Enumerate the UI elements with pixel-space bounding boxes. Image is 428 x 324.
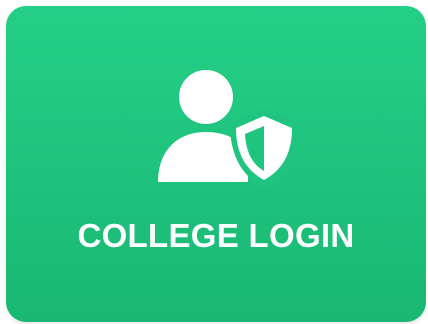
user-shield-icon: [156, 70, 296, 190]
page: COLLEGE LOGIN: [0, 0, 428, 324]
college-login-label: COLLEGE LOGIN: [77, 217, 355, 254]
college-login-button[interactable]: COLLEGE LOGIN: [6, 6, 426, 322]
